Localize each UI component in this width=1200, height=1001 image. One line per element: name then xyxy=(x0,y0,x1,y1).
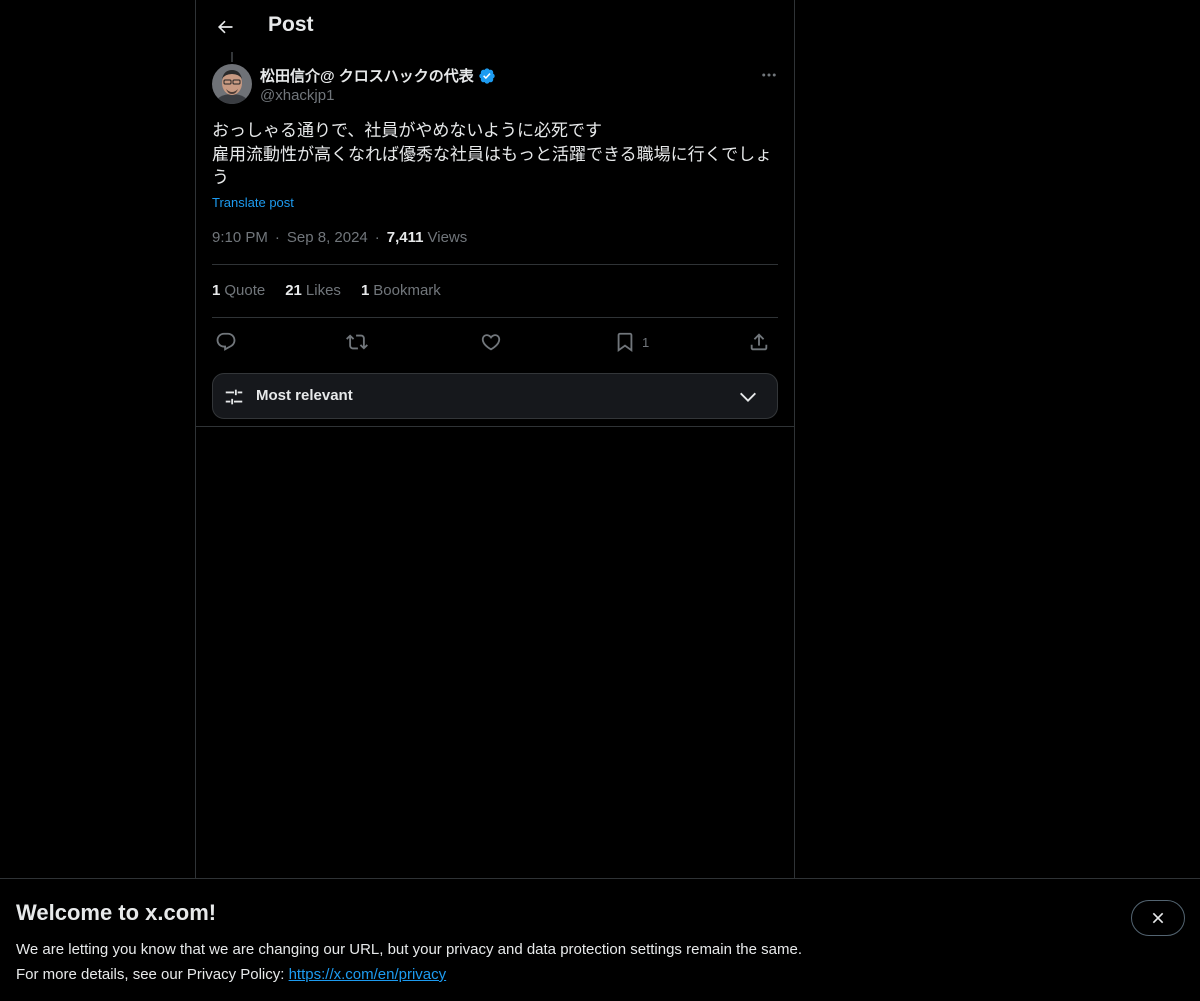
divider xyxy=(212,264,778,265)
post-text-line: う xyxy=(212,168,229,187)
welcome-banner: Welcome to x.com! We are letting you kno… xyxy=(0,878,1200,1001)
separator-dot: · xyxy=(274,229,280,246)
author-name-text: 松田信介@ クロスハックの代表 xyxy=(260,68,474,85)
views-label: Views xyxy=(427,229,468,246)
thread-connector xyxy=(231,52,233,62)
separator-dot: · xyxy=(374,229,380,246)
translate-post-link[interactable]: Translate post xyxy=(212,195,294,210)
more-options-button[interactable] xyxy=(752,64,786,86)
back-button[interactable] xyxy=(208,10,242,44)
arrow-left-icon xyxy=(217,20,233,34)
banner-title: Welcome to x.com! xyxy=(16,900,217,925)
post-date[interactable]: Sep 8, 2024 xyxy=(287,229,368,246)
post-time[interactable]: 9:10 PM xyxy=(212,229,268,246)
quotes-stat[interactable]: 1 Quote xyxy=(212,282,265,299)
more-horizontal-icon xyxy=(762,73,776,77)
author-handle[interactable]: @xhackjp1 xyxy=(260,87,334,104)
bookmark-count: 1 xyxy=(642,334,650,350)
post-text-line: 雇用流動性が高くなれば優秀な社員はもっと活躍できる職場に行くでしょ xyxy=(212,144,773,164)
repost-icon xyxy=(346,334,368,350)
reply-button[interactable] xyxy=(215,326,237,358)
bookmarks-count: 1 xyxy=(360,282,370,299)
engagement-stats: 1 Quote 21 Likes 1 Bookmark xyxy=(212,282,441,299)
sort-label: Most relevant xyxy=(256,387,353,404)
likes-stat[interactable]: 21 Likes xyxy=(285,282,341,299)
banner-line-2: For more details, see our Privacy Policy… xyxy=(16,962,802,987)
page-title: Post xyxy=(268,13,314,36)
banner-line-1: We are letting you know that we are chan… xyxy=(16,941,802,958)
heart-icon xyxy=(481,334,501,351)
bookmark-button[interactable]: 1 xyxy=(614,326,649,358)
post-meta: 9:10 PM · Sep 8, 2024 · 7,411 Views xyxy=(212,229,467,246)
banner-text: We are letting you know that we are chan… xyxy=(16,937,802,987)
share-button[interactable] xyxy=(748,326,770,358)
author-name[interactable]: 松田信介@ クロスハックの代表 xyxy=(260,65,496,86)
bookmarks-label: Bookmark xyxy=(373,282,441,299)
replies-sort-dropdown[interactable]: Most relevant xyxy=(212,373,778,419)
privacy-policy-link[interactable]: https://x.com/en/privacy xyxy=(289,966,447,983)
post-column: Post 松田信介@ クロスハックの代表 @xhackjp1 おっしゃる通りで、 xyxy=(195,0,795,878)
post-text: おっしゃる通りで、社員がやめないように必死です 雇用流動性が高くなれば優秀な社員… xyxy=(212,119,778,190)
chevron-down-icon xyxy=(740,392,756,402)
action-bar: 1 xyxy=(212,326,778,358)
like-button[interactable] xyxy=(480,326,502,358)
post-text-line: おっしゃる通りで、社員がやめないように必死です xyxy=(212,121,602,140)
divider xyxy=(196,426,794,427)
close-banner-button[interactable] xyxy=(1131,900,1185,936)
likes-label: Likes xyxy=(305,282,341,299)
share-icon xyxy=(750,333,768,351)
quotes-count: 1 xyxy=(212,282,221,299)
quotes-label: Quote xyxy=(224,282,266,299)
divider xyxy=(212,317,778,318)
repost-button[interactable] xyxy=(346,326,368,358)
bookmarks-stat[interactable]: 1 Bookmark xyxy=(361,282,441,299)
page-header: Post xyxy=(196,0,794,54)
likes-count: 21 xyxy=(285,282,302,299)
avatar-image xyxy=(212,64,252,104)
banner-line-2-prefix: For more details, see our Privacy Policy… xyxy=(16,966,289,983)
close-icon xyxy=(1152,912,1164,924)
sliders-icon xyxy=(225,389,243,405)
verified-badge-icon xyxy=(478,67,496,85)
views-count: 7,411 xyxy=(386,229,424,246)
bookmark-icon xyxy=(617,332,633,353)
avatar[interactable] xyxy=(212,64,252,104)
reply-icon xyxy=(216,332,236,351)
